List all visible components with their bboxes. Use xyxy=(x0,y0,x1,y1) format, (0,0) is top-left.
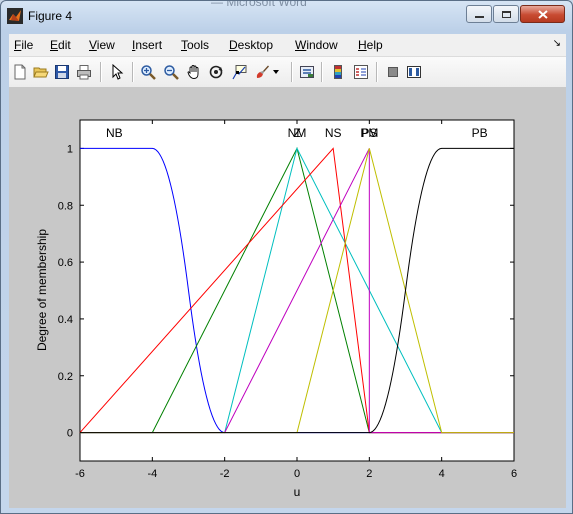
y-tick-label: 0 xyxy=(67,428,73,440)
background-window-title: — Microsoft Word xyxy=(211,0,307,9)
y-tick-label: 0.6 xyxy=(58,257,73,269)
zoom-out-icon[interactable] xyxy=(162,63,180,81)
toolbar-separator xyxy=(376,62,378,82)
maximize-icon xyxy=(501,10,511,18)
figure-canvas[interactable]: -6 -4 -2 0 2 4 6 0 0.2 0.4 0.6 0.8 1 NB NM Z NS PM PS PB u… xyxy=(9,88,566,508)
menu-help[interactable]: Help xyxy=(358,38,383,52)
edit-plot-arrow-icon[interactable] xyxy=(108,63,126,81)
menu-dock-arrow-icon[interactable]: ↘ xyxy=(553,38,561,49)
matlab-app-icon[interactable] xyxy=(7,8,23,24)
menu-insert[interactable]: Insert xyxy=(132,38,162,52)
x-tick-label: 6 xyxy=(511,468,517,480)
close-icon xyxy=(537,9,548,19)
mf-label-z: Z xyxy=(293,126,300,140)
hide-plot-tools-icon[interactable] xyxy=(384,63,402,81)
brush-icon[interactable] xyxy=(253,63,271,81)
menu-bar: File Edit View Insert Tools Desktop Wind… xyxy=(9,34,566,57)
x-tick-label: -2 xyxy=(220,468,230,480)
x-tick-label: 4 xyxy=(439,468,445,480)
menu-tools[interactable]: Tools xyxy=(181,38,209,52)
toolbar-separator xyxy=(291,62,293,82)
y-tick-label: 1 xyxy=(67,143,73,155)
x-tick-label: 2 xyxy=(366,468,372,480)
menu-file[interactable]: File xyxy=(14,38,33,52)
mf-label-ps: PS xyxy=(361,126,377,140)
toolbar-separator xyxy=(100,62,102,82)
rotate-3d-icon[interactable] xyxy=(207,63,225,81)
y-tick-label: 0.2 xyxy=(58,371,73,383)
open-file-icon[interactable] xyxy=(32,63,50,81)
show-plot-tools-icon[interactable] xyxy=(405,63,423,81)
print-icon[interactable] xyxy=(75,63,93,81)
toolbar-separator xyxy=(132,62,134,82)
menu-view[interactable]: View xyxy=(89,38,115,52)
insert-colorbar-icon[interactable] xyxy=(329,63,347,81)
window-title: Figure 4 xyxy=(28,9,73,23)
title-bar[interactable]: — Microsoft Word Figure 4 xyxy=(1,1,572,31)
new-figure-icon[interactable] xyxy=(11,63,29,81)
figure-toolbar xyxy=(9,57,566,88)
save-icon[interactable] xyxy=(53,63,71,81)
x-axis-label: u xyxy=(294,485,301,499)
data-cursor-icon[interactable] xyxy=(230,63,248,81)
toolbar-separator xyxy=(321,62,323,82)
maximize-button[interactable] xyxy=(493,5,519,23)
x-tick-label: -6 xyxy=(75,468,85,480)
x-tick-label: 0 xyxy=(294,468,300,480)
link-plot-icon[interactable] xyxy=(298,63,316,81)
zoom-in-icon[interactable] xyxy=(139,63,157,81)
minimize-icon xyxy=(474,15,484,18)
mf-label-pb: PB xyxy=(472,126,488,140)
menu-desktop[interactable]: Desktop xyxy=(229,38,273,52)
y-axis-label: Degree of membership xyxy=(35,229,49,351)
brush-dropdown-icon[interactable] xyxy=(271,63,281,81)
menu-window[interactable]: Window xyxy=(295,38,338,52)
pan-hand-icon[interactable] xyxy=(185,63,203,81)
x-tick-label: -4 xyxy=(147,468,157,480)
y-tick-label: 0.8 xyxy=(58,200,73,212)
minimize-button[interactable] xyxy=(466,5,492,23)
figure-window: — Microsoft Word Figure 4 File Edit View… xyxy=(0,0,573,514)
mf-label-ns: NS xyxy=(325,126,342,140)
close-button[interactable] xyxy=(520,5,565,23)
insert-legend-icon[interactable] xyxy=(352,63,370,81)
mf-label-nb: NB xyxy=(106,126,123,140)
y-tick-label: 0.4 xyxy=(58,314,73,326)
membership-function-plot[interactable]: -6 -4 -2 0 2 4 600.20.40.60.81 NB NMZ NS PMPS PB u… xyxy=(9,88,566,508)
menu-edit[interactable]: Edit xyxy=(50,38,71,52)
